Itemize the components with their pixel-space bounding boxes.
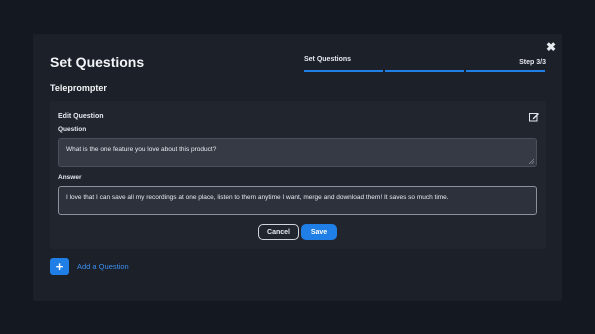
question-label: Question xyxy=(58,126,87,133)
progress-segment-3 xyxy=(466,70,545,72)
close-icon[interactable]: ✖ xyxy=(545,41,557,53)
answer-field[interactable]: I love that I can save all my recordings… xyxy=(58,186,537,215)
modal-title: Set Questions xyxy=(50,54,145,70)
section-title: Teleprompter xyxy=(50,83,107,93)
question-field[interactable]: What is the one feature you love about t… xyxy=(58,138,537,167)
add-question-link[interactable]: Add a Question xyxy=(77,262,129,271)
save-button[interactable]: Save xyxy=(301,224,337,240)
edit-question-card: Edit Question Question What is the one f… xyxy=(50,101,546,249)
step-count: Step 3/3 xyxy=(519,59,546,66)
question-text: What is the one feature you love about t… xyxy=(66,146,217,153)
progress-segment-2 xyxy=(385,70,464,72)
answer-label: Answer xyxy=(58,174,82,181)
edit-icon[interactable] xyxy=(528,111,540,123)
set-questions-modal: Set Questions ✖ Set Questions Step 3/3 T… xyxy=(33,34,562,301)
progress-segment-1 xyxy=(304,70,383,72)
cancel-button[interactable]: Cancel xyxy=(258,224,299,240)
add-question-button[interactable]: + xyxy=(50,258,69,275)
current-step-label: Set Questions xyxy=(304,56,352,63)
resize-handle-icon[interactable] xyxy=(529,159,534,164)
card-title: Edit Question xyxy=(58,113,104,120)
answer-text: I love that I can save all my recordings… xyxy=(66,194,449,201)
plus-icon: + xyxy=(55,259,64,274)
